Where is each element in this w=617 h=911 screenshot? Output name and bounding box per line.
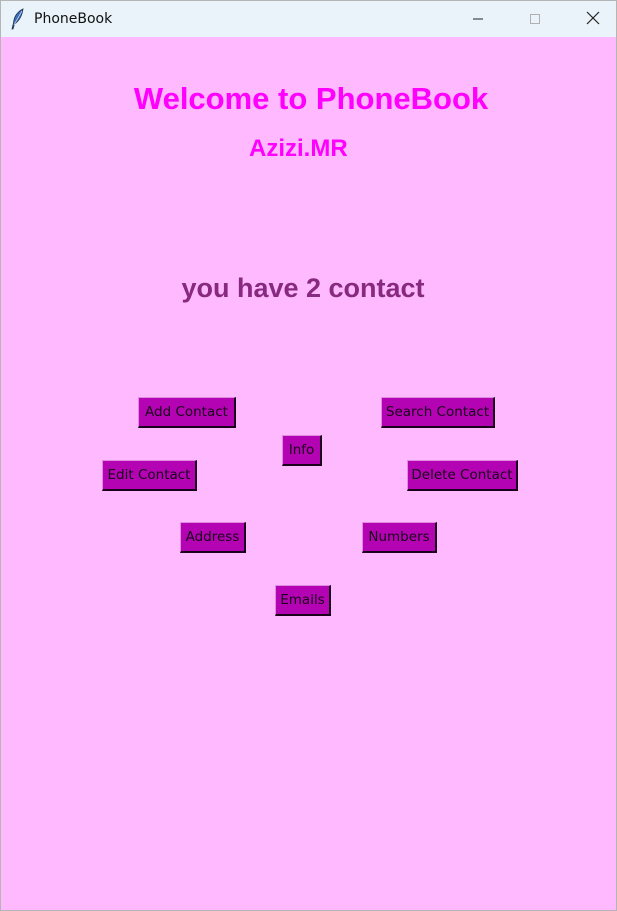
close-icon (586, 10, 600, 29)
address-button[interactable]: Address (180, 522, 246, 553)
add-contact-button[interactable]: Add Contact (138, 397, 236, 428)
window-title: PhoneBook (34, 11, 113, 27)
numbers-button[interactable]: Numbers (362, 522, 437, 553)
info-button[interactable]: Info (282, 435, 322, 466)
phonebook-window: PhoneBook Welcome to PhoneBook Azizi.MR … (0, 0, 617, 911)
author-label: Azizi.MR (249, 135, 348, 162)
delete-contact-button[interactable]: Delete Contact (407, 460, 518, 491)
main-content: Welcome to PhoneBook Azizi.MR you have 2… (1, 37, 616, 910)
title-bar[interactable]: PhoneBook (1, 1, 616, 37)
contact-count-label: you have 2 contact (181, 273, 425, 303)
minimize-icon (472, 10, 484, 29)
feather-icon (10, 8, 26, 30)
close-button[interactable] (570, 1, 616, 37)
search-contact-button[interactable]: Search Contact (381, 397, 495, 428)
emails-button[interactable]: Emails (275, 585, 331, 616)
edit-contact-button[interactable]: Edit Contact (102, 460, 197, 491)
minimize-button[interactable] (455, 1, 501, 37)
maximize-button[interactable] (512, 1, 558, 37)
welcome-heading: Welcome to PhoneBook (133, 81, 489, 116)
maximize-icon (529, 10, 541, 29)
